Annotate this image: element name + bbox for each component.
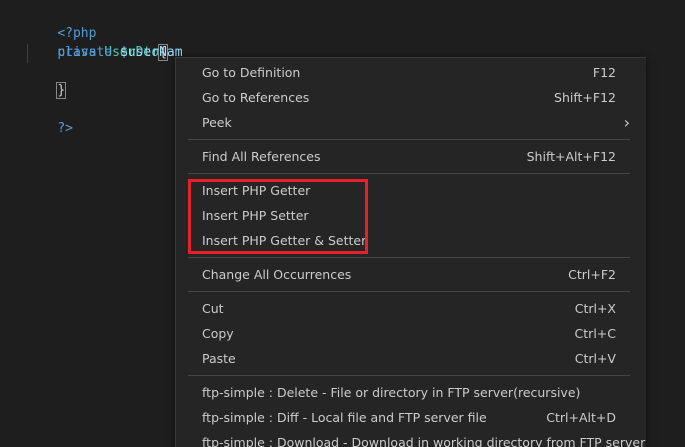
menu-separator <box>188 257 630 258</box>
close-brace: } <box>56 82 67 99</box>
highlight-annotation-box <box>188 179 368 254</box>
menu-item-shortcut: F12 <box>592 65 616 80</box>
menu-item-go-to-definition[interactable]: Go to Definition F12 <box>176 60 646 85</box>
property-variable: $userNam <box>119 45 183 60</box>
menu-item-label: Go to Definition <box>202 65 301 80</box>
menu-item-peek[interactable]: Peek › <box>176 110 646 135</box>
menu-item-shortcut: Ctrl+C <box>574 326 616 341</box>
menu-item-paste[interactable]: Paste Ctrl+V <box>176 346 646 371</box>
menu-separator <box>188 173 630 174</box>
menu-item-cut[interactable]: Cut Ctrl+X <box>176 296 646 321</box>
menu-item-label: ftp-simple : Delete - File or directory … <box>202 385 581 400</box>
code-line-php-open[interactable]: <?php <box>26 5 96 41</box>
code-line-close-brace[interactable]: } <box>26 62 67 99</box>
chevron-right-icon: › <box>623 113 630 132</box>
menu-item-ftp-download[interactable]: ftp-simple : Download - Download in work… <box>176 430 646 447</box>
menu-item-find-all-references[interactable]: Find All References Shift+Alt+F12 <box>176 144 646 169</box>
php-close-tag: ?> <box>57 121 73 136</box>
menu-item-shortcut: Ctrl+Alt+D <box>546 410 616 425</box>
menu-item-go-to-references[interactable]: Go to References Shift+F12 <box>176 85 646 110</box>
menu-item-label: Find All References <box>202 149 321 164</box>
menu-item-change-all-occurrences[interactable]: Change All Occurrences Ctrl+F2 <box>176 262 646 287</box>
menu-item-label: ftp-simple : Diff - Local file and FTP s… <box>202 410 487 425</box>
code-line-property[interactable]: private $userNam <box>26 43 183 62</box>
menu-item-label: Peek <box>202 115 232 130</box>
menu-item-shortcut: Ctrl+F2 <box>568 267 616 282</box>
menu-item-label: Go to References <box>202 90 310 105</box>
menu-separator <box>188 375 630 376</box>
menu-item-label: ftp-simple : Download - Download in work… <box>202 435 646 447</box>
menu-item-label: Copy <box>202 326 234 341</box>
private-keyword: private <box>57 45 113 60</box>
code-line-php-close[interactable]: ?> <box>26 100 73 136</box>
code-line-class[interactable]: class UserDto{ <box>26 24 168 61</box>
menu-item-shortcut: Ctrl+V <box>574 351 616 366</box>
menu-separator <box>188 291 630 292</box>
menu-item-ftp-diff[interactable]: ftp-simple : Diff - Local file and FTP s… <box>176 405 646 430</box>
menu-item-label: Paste <box>202 351 236 366</box>
menu-item-shortcut: Ctrl+X <box>574 301 616 316</box>
menu-separator <box>188 139 630 140</box>
menu-item-label: Change All Occurrences <box>202 267 352 282</box>
menu-item-shortcut: Shift+F12 <box>554 90 616 105</box>
menu-item-shortcut: Shift+Alt+F12 <box>526 149 616 164</box>
menu-item-label: Cut <box>202 301 224 316</box>
menu-item-copy[interactable]: Copy Ctrl+C <box>176 321 646 346</box>
menu-item-ftp-delete[interactable]: ftp-simple : Delete - File or directory … <box>176 380 646 405</box>
